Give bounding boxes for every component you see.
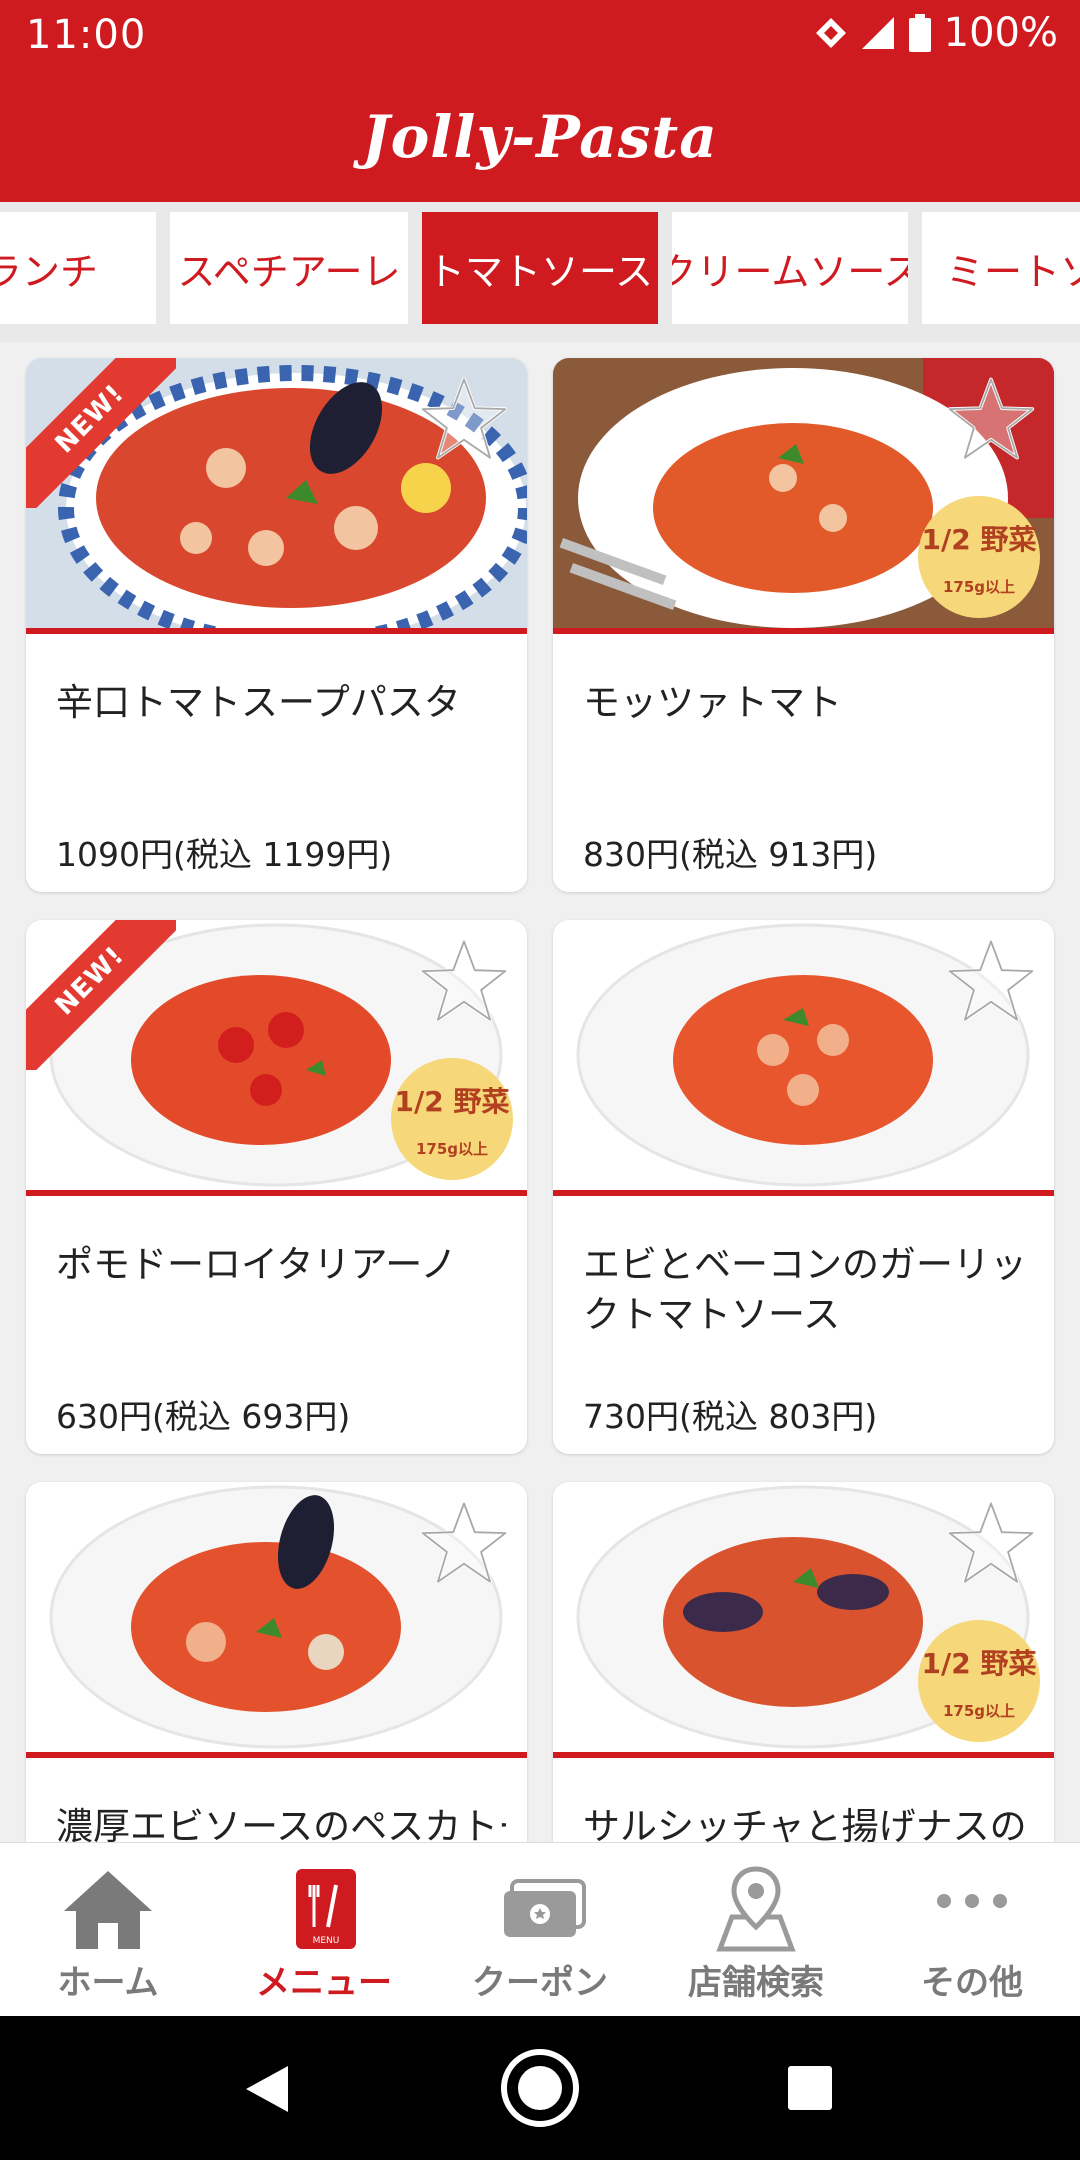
- battery-icon: [908, 14, 931, 52]
- dish-price: 730円(税込 803円): [583, 1397, 878, 1436]
- more-icon: [937, 1894, 1007, 1908]
- dish-name: 濃厚エビソースのペスカトーレ: [56, 1805, 506, 1842]
- tab-label: ミートソース: [946, 249, 1080, 294]
- signal-icon: [861, 17, 894, 49]
- home-icon: [64, 1871, 152, 1949]
- menu-icon: MENU: [296, 1869, 356, 1949]
- status-time: 11:00: [26, 12, 147, 58]
- card-divider: [553, 1190, 1054, 1196]
- tab-label: トマトソース: [426, 249, 654, 294]
- nav-store-search[interactable]: 店舗検索: [648, 1843, 864, 2017]
- menu-grid: NEW! 辛口トマトスープパスタ 1090円(税込 1199円) 1/2 野菜 …: [0, 342, 1080, 1842]
- coupon-icon: [504, 1879, 586, 1937]
- favorite-star-icon[interactable]: [419, 374, 509, 464]
- menu-card[interactable]: 1/2 野菜 175g以上 サルシッチャと揚げナスのトマトソース: [553, 1482, 1054, 1842]
- vegetable-badge: 1/2 野菜 175g以上: [918, 1620, 1040, 1742]
- veg-badge-sub: 175g以上: [415, 1140, 489, 1158]
- nav-home[interactable]: ホーム: [0, 1843, 216, 2017]
- battery-level: 100%: [943, 10, 1058, 56]
- card-divider: [26, 628, 527, 634]
- tab-tomato-sauce[interactable]: トマトソース: [422, 212, 658, 324]
- card-divider: [26, 1752, 527, 1758]
- new-badge-label: NEW!: [26, 358, 176, 508]
- store-search-icon: [716, 1866, 796, 1952]
- card-divider: [553, 628, 1054, 634]
- nav-label: メニュー: [256, 1963, 392, 2003]
- menu-card[interactable]: NEW! 1/2 野菜 175g以上 ポモドーロイタリアーノ 630円(税込 6…: [26, 920, 527, 1454]
- veg-badge-main: 1/2 野菜: [921, 523, 1037, 556]
- tab-speciale[interactable]: スペチアーレ: [170, 212, 408, 324]
- veg-badge-sub: 175g以上: [942, 1702, 1016, 1720]
- favorite-star-icon[interactable]: [419, 1498, 509, 1588]
- tab-label: ランチ: [0, 249, 98, 294]
- new-badge: NEW!: [26, 358, 176, 508]
- menu-card[interactable]: NEW! 辛口トマトスープパスタ 1090円(税込 1199円): [26, 358, 527, 892]
- nav-label: 店舗検索: [688, 1963, 824, 2003]
- tab-lunch[interactable]: ランチ: [0, 212, 156, 324]
- dish-price: 830円(税込 913円): [583, 835, 878, 874]
- menu-card[interactable]: 濃厚エビソースのペスカトーレ: [26, 1482, 527, 1842]
- favorite-star-icon[interactable]: [419, 936, 509, 1026]
- data-saver-icon: [815, 18, 846, 48]
- dish-name: ポモドーロイタリアーノ: [56, 1243, 458, 1286]
- favorite-star-icon[interactable]: [946, 936, 1036, 1026]
- nav-more[interactable]: その他: [864, 1843, 1080, 2017]
- dish-price: 630円(税込 693円): [56, 1397, 351, 1436]
- nav-menu[interactable]: MENU メニュー: [216, 1843, 432, 2017]
- recents-icon[interactable]: [786, 2064, 834, 2112]
- status-icons: 100%: [814, 10, 1058, 56]
- veg-badge-sub: 175g以上: [942, 578, 1016, 596]
- vegetable-badge: 1/2 野菜 175g以上: [918, 496, 1040, 618]
- new-badge: NEW!: [26, 920, 176, 1070]
- nav-coupon[interactable]: クーポン: [432, 1843, 648, 2017]
- nav-label: ホーム: [57, 1963, 159, 2003]
- card-divider: [553, 1752, 1054, 1758]
- svg-text:MENU: MENU: [313, 1936, 340, 1946]
- dish-name: サルシッチャと揚げナスのトマトソース: [583, 1805, 1033, 1842]
- menu-card[interactable]: エビとベーコンのガーリックトマトソース 730円(税込 803円): [553, 920, 1054, 1454]
- back-icon[interactable]: [240, 2062, 294, 2116]
- bottom-navigation: ホーム MENU メニュー クーポン 店舗検索 その他: [0, 1842, 1080, 2016]
- new-badge-label: NEW!: [26, 920, 176, 1070]
- system-navigation-bar: [0, 2016, 1080, 2160]
- dish-name: モッツァトマト: [583, 681, 842, 724]
- veg-badge-main: 1/2 野菜: [394, 1085, 510, 1118]
- brand-logo: Jolly-Pasta: [362, 103, 718, 171]
- nav-label: その他: [921, 1963, 1023, 2003]
- dish-price: 1090円(税込 1199円): [56, 835, 393, 874]
- card-divider: [26, 1190, 527, 1196]
- nav-label: クーポン: [472, 1963, 608, 2003]
- menu-card[interactable]: 1/2 野菜 175g以上 モッツァトマト 830円(税込 913円): [553, 358, 1054, 892]
- favorite-star-icon[interactable]: [946, 1498, 1036, 1588]
- tab-cream-sauce[interactable]: クリームソース: [672, 212, 908, 324]
- favorite-star-icon[interactable]: [946, 374, 1036, 464]
- app-header: Jolly-Pasta: [0, 72, 1080, 202]
- veg-badge-main: 1/2 野菜: [921, 1647, 1037, 1680]
- vegetable-badge: 1/2 野菜 175g以上: [391, 1058, 513, 1180]
- status-bar: 11:00 100%: [0, 0, 1080, 72]
- dish-name: 辛口トマトスープパスタ: [56, 681, 461, 724]
- category-tabs: ランチ スペチアーレ トマトソース クリームソース ミートソース: [0, 202, 1080, 342]
- dish-name: エビとベーコンのガーリックトマトソース: [583, 1243, 1027, 1336]
- tab-label: クリームソース: [672, 249, 908, 294]
- tab-label: スペチアーレ: [177, 249, 401, 294]
- home-button-icon[interactable]: [498, 2046, 582, 2130]
- tab-meat-sauce[interactable]: ミートソース: [922, 212, 1080, 324]
